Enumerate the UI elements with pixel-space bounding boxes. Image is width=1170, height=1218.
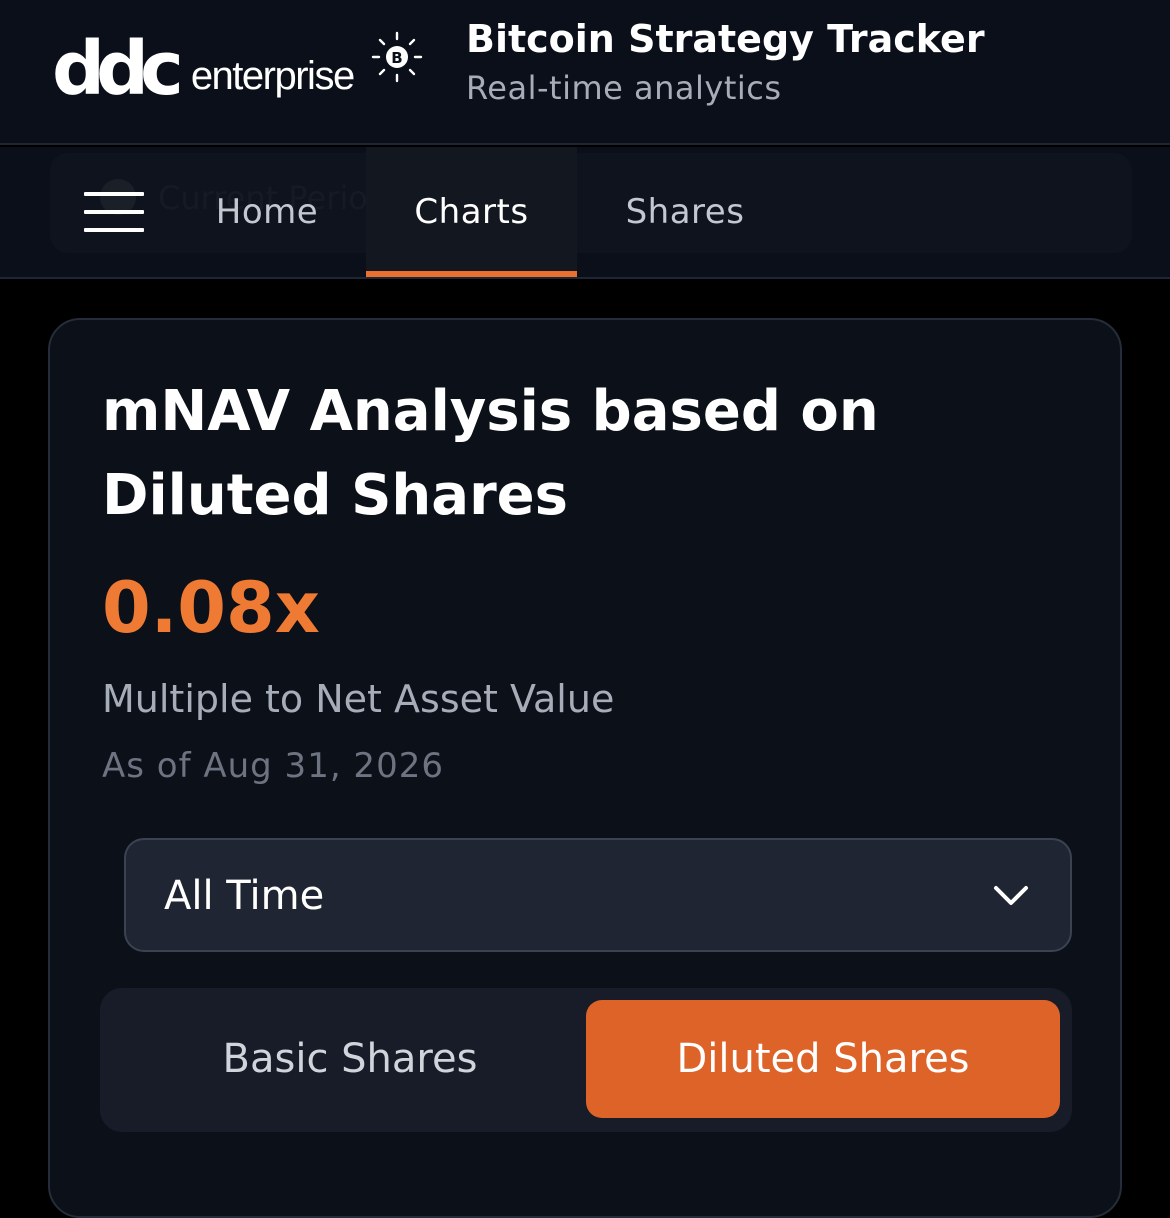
mnav-value: 0.08x	[102, 567, 320, 649]
as-of-date: As of Aug 31, 2026	[102, 746, 444, 786]
tab-charts[interactable]: Charts	[366, 147, 577, 277]
svg-text:B: B	[391, 49, 402, 67]
hamburger-menu-icon[interactable]	[84, 192, 144, 232]
nav-bar: Current Period (YTD/YTD) Home Charts Sha…	[0, 147, 1170, 279]
bitcoin-sparkle-icon: B	[371, 31, 423, 83]
tab-home[interactable]: Home	[200, 147, 334, 277]
app-title: Bitcoin Strategy Tracker	[466, 17, 985, 61]
tab-shares[interactable]: Shares	[608, 147, 762, 277]
logo-suffix-text: enterprise	[190, 54, 355, 98]
logo-brand-text: ddc	[52, 26, 184, 112]
basic-shares-button[interactable]: Basic Shares	[114, 1000, 586, 1118]
share-type-toggle: Basic Shares Diluted Shares	[100, 988, 1072, 1132]
card-title: mNAV Analysis based on Diluted Shares	[102, 379, 879, 528]
app-subtitle: Real-time analytics	[466, 69, 782, 107]
app-header: ddc enterprise B Bitcoin Strategy Tracke…	[0, 0, 1170, 145]
time-range-value: All Time	[164, 873, 325, 919]
chevron-down-icon	[994, 886, 1028, 905]
diluted-shares-button[interactable]: Diluted Shares	[586, 1000, 1060, 1118]
mnav-analysis-card: mNAV Analysis based on Diluted Shares 0.…	[48, 318, 1122, 1218]
ddc-enterprise-logo[interactable]: ddc enterprise B	[52, 24, 432, 112]
mnav-label: Multiple to Net Asset Value	[102, 677, 615, 721]
time-range-select[interactable]: All Time	[124, 838, 1072, 952]
